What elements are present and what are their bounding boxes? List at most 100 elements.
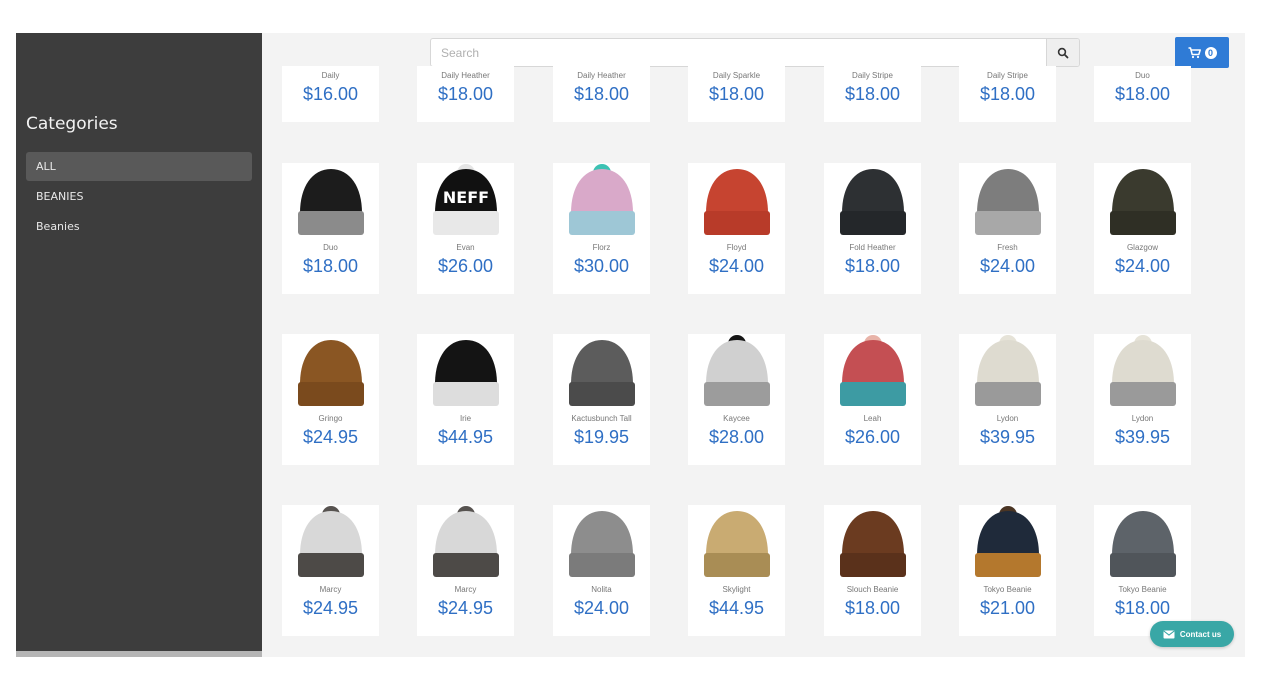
product-image[interactable] xyxy=(1094,334,1191,411)
product-name: Fold Heather xyxy=(849,243,896,252)
product-card[interactable]: Duo $18.00 xyxy=(1094,66,1191,122)
product-card[interactable]: Kactusbunch Tall $19.95 xyxy=(553,334,650,465)
product-card[interactable]: Marcy $24.95 xyxy=(417,505,514,636)
product-name: Florz xyxy=(592,243,611,252)
product-image[interactable] xyxy=(959,163,1056,240)
product-name: Floyd xyxy=(726,243,747,252)
product-price: $18.00 xyxy=(708,84,765,104)
product-price: $24.95 xyxy=(302,598,359,618)
product-name: Nolita xyxy=(591,585,612,594)
product-card[interactable]: Slouch Beanie $18.00 xyxy=(824,505,921,636)
product-card[interactable]: Duo $18.00 xyxy=(282,163,379,294)
category-item-all[interactable]: ALL xyxy=(26,152,252,181)
product-card[interactable]: Marcy $24.95 xyxy=(282,505,379,636)
product-image[interactable] xyxy=(282,505,379,582)
product-name: Gringo xyxy=(318,414,343,423)
product-name: Evan xyxy=(456,243,475,252)
product-card[interactable]: Daily Stripe $18.00 xyxy=(824,66,921,122)
product-price: $18.00 xyxy=(1114,598,1171,618)
product-image[interactable] xyxy=(824,163,921,240)
product-name: Skylight xyxy=(722,585,751,594)
product-image[interactable] xyxy=(553,163,650,240)
product-image[interactable] xyxy=(959,505,1056,582)
product-card[interactable]: Fold Heather $18.00 xyxy=(824,163,921,294)
product-price: $19.95 xyxy=(573,427,630,447)
product-image[interactable] xyxy=(282,163,379,240)
product-name: Lydon xyxy=(996,414,1019,423)
product-card[interactable]: Daily Heather $18.00 xyxy=(417,66,514,122)
product-card[interactable]: Daily Stripe $18.00 xyxy=(959,66,1056,122)
categories-heading: Categories xyxy=(26,114,118,134)
product-name: Marcy xyxy=(454,585,477,594)
product-card[interactable]: Irie $44.95 xyxy=(417,334,514,465)
product-card[interactable]: Nolita $24.00 xyxy=(553,505,650,636)
product-card[interactable]: Florz $30.00 xyxy=(553,163,650,294)
product-price: $44.95 xyxy=(708,598,765,618)
product-name: Marcy xyxy=(319,585,342,594)
cart-count-badge: 0 xyxy=(1204,46,1217,59)
product-card[interactable]: Daily Sparkle $18.00 xyxy=(688,66,785,122)
product-image[interactable] xyxy=(688,334,785,411)
product-image[interactable] xyxy=(553,505,650,582)
product-image[interactable] xyxy=(688,163,785,240)
cart-icon xyxy=(1188,46,1201,58)
cart-button[interactable]: 0 xyxy=(1175,37,1229,68)
store-window: Categories ALLBEANIESBeanies 0 Daily $16.… xyxy=(16,33,1245,657)
product-card[interactable]: Tokyo Beanie $18.00 xyxy=(1094,505,1191,636)
product-image[interactable] xyxy=(1094,505,1191,582)
product-image[interactable] xyxy=(417,334,514,411)
product-price: $18.00 xyxy=(437,84,494,104)
product-card[interactable]: Kaycee $28.00 xyxy=(688,334,785,465)
product-image[interactable] xyxy=(959,334,1056,411)
product-price: $39.95 xyxy=(979,427,1036,447)
product-card[interactable]: Leah $26.00 xyxy=(824,334,921,465)
product-card[interactable]: Skylight $44.95 xyxy=(688,505,785,636)
product-image[interactable] xyxy=(824,334,921,411)
category-sidebar: Categories ALL BEANIES Beanies xyxy=(16,33,262,657)
product-image[interactable] xyxy=(688,505,785,582)
product-card[interactable]: Lydon $39.95 xyxy=(959,334,1056,465)
product-image[interactable] xyxy=(824,505,921,582)
product-card[interactable]: Daily Heather $18.00 xyxy=(553,66,650,122)
product-image[interactable] xyxy=(417,505,514,582)
product-card[interactable]: Floyd $24.00 xyxy=(688,163,785,294)
product-image[interactable] xyxy=(553,334,650,411)
product-name: Daily Heather xyxy=(577,71,626,80)
product-price: $30.00 xyxy=(573,256,630,276)
product-name: Slouch Beanie xyxy=(846,585,899,594)
product-area: 0 Daily$16.00Daily Heather$18.00Daily He… xyxy=(262,33,1245,657)
product-price: $24.00 xyxy=(573,598,630,618)
product-price: $18.00 xyxy=(1114,84,1171,104)
contact-us-button[interactable]: Contact us xyxy=(1150,621,1234,647)
category-item-beanies[interactable]: BEANIES xyxy=(26,182,252,211)
product-card[interactable]: Lydon $39.95 xyxy=(1094,334,1191,465)
product-name: Daily Stripe xyxy=(987,71,1028,80)
product-name: Kactusbunch Tall xyxy=(571,414,632,423)
product-image[interactable] xyxy=(1094,163,1191,240)
product-name: Daily Stripe xyxy=(852,71,893,80)
product-name: Daily xyxy=(321,71,340,80)
search-button[interactable] xyxy=(1046,39,1079,66)
search-input[interactable] xyxy=(431,39,1046,66)
product-price: $44.95 xyxy=(437,427,494,447)
product-image[interactable] xyxy=(282,334,379,411)
product-name: Leah xyxy=(863,414,882,423)
category-item-beanies[interactable]: Beanies xyxy=(26,212,252,241)
product-card[interactable]: Tokyo Beanie $21.00 xyxy=(959,505,1056,636)
product-image[interactable]: NEFF xyxy=(417,163,514,240)
product-price: $26.00 xyxy=(437,256,494,276)
product-price: $24.00 xyxy=(1114,256,1171,276)
product-card[interactable]: Glazgow $24.00 xyxy=(1094,163,1191,294)
product-price: $24.95 xyxy=(302,427,359,447)
product-card[interactable]: Gringo $24.95 xyxy=(282,334,379,465)
product-name: Glazgow xyxy=(1126,243,1159,252)
product-price: $16.00 xyxy=(302,84,359,104)
product-price: $21.00 xyxy=(979,598,1036,618)
product-price: $24.95 xyxy=(437,598,494,618)
product-card[interactable]: Daily $16.00 xyxy=(282,66,379,122)
product-card[interactable]: Fresh $24.00 xyxy=(959,163,1056,294)
product-price: $18.00 xyxy=(979,84,1036,104)
horizontal-scrollbar[interactable] xyxy=(16,651,262,657)
product-card[interactable]: NEFF Evan $26.00 xyxy=(417,163,514,294)
product-name: Duo xyxy=(1135,71,1150,80)
